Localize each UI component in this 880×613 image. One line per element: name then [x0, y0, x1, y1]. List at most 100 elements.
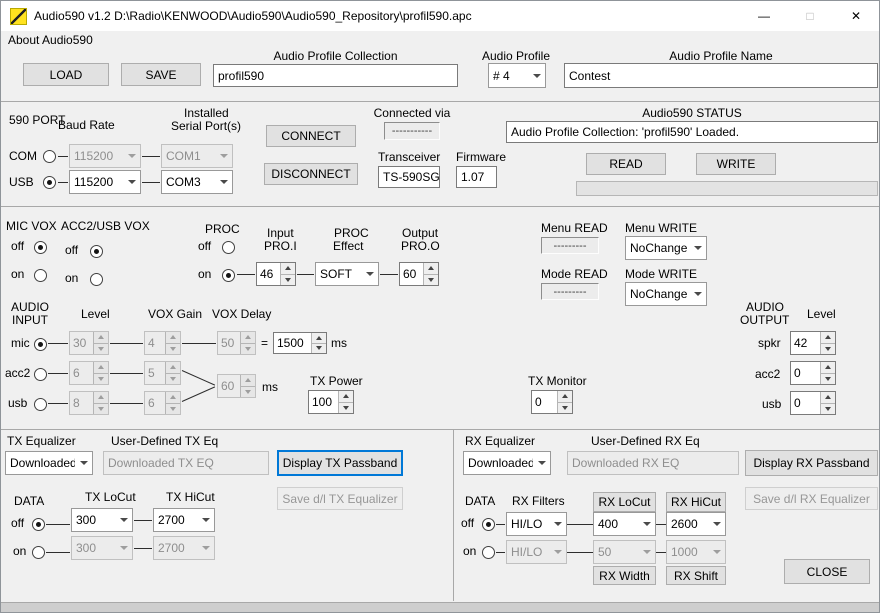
- display-rx-passband-button[interactable]: Display RX Passband: [745, 450, 878, 476]
- rx-data-off-radio[interactable]: [482, 518, 495, 531]
- rx-eq-value: Downloaded: [468, 456, 533, 470]
- close-button[interactable]: ✕: [833, 1, 879, 31]
- collection-input[interactable]: [213, 64, 458, 87]
- mic-vox-off-radio[interactable]: [34, 241, 47, 254]
- profile-number-select[interactable]: # 4: [488, 63, 546, 88]
- rx-eq-select[interactable]: Downloaded: [463, 451, 551, 475]
- status-field: Audio Profile Collection: 'profil590' Lo…: [506, 121, 878, 143]
- usb-baud-select[interactable]: 115200: [69, 170, 141, 194]
- proc-effect-select[interactable]: SOFT: [315, 262, 379, 286]
- rx-hicut-button[interactable]: RX HiCut: [666, 492, 726, 512]
- spin-down-icon: [166, 402, 180, 414]
- disconnect-button[interactable]: DISCONNECT: [264, 163, 358, 185]
- menu-write-value: NoChange: [630, 241, 688, 255]
- spin-down-icon[interactable]: [821, 342, 835, 354]
- connect-button[interactable]: CONNECT: [266, 125, 356, 147]
- spin-down-icon[interactable]: [821, 372, 835, 384]
- pro-input-spinner[interactable]: 46: [256, 262, 296, 286]
- load-button[interactable]: LOAD: [23, 63, 109, 86]
- spin-down-icon[interactable]: [558, 401, 572, 413]
- usb-label: USB: [9, 175, 34, 189]
- spkr-level-value: 42: [791, 332, 820, 354]
- rx-filters-off-select[interactable]: HI/LO: [506, 512, 567, 536]
- close-window-button[interactable]: CLOSE: [784, 559, 870, 584]
- connector-line: [496, 552, 505, 553]
- read-button[interactable]: READ: [586, 153, 666, 175]
- usb-serial-select[interactable]: COM3: [161, 170, 233, 194]
- com-baud-select: 115200: [69, 144, 141, 168]
- usb-port-radio[interactable]: [43, 176, 56, 189]
- spin-up-icon: [166, 392, 180, 403]
- acc2-input-radio[interactable]: [34, 368, 47, 381]
- mic-vox-on-radio[interactable]: [34, 269, 47, 282]
- mic-input-radio[interactable]: [34, 338, 47, 351]
- rx-shift-button[interactable]: RX Shift: [666, 566, 726, 585]
- menu-write-select[interactable]: NoChange: [625, 236, 707, 260]
- spin-down-icon[interactable]: [281, 273, 295, 285]
- connector-line: [48, 373, 68, 374]
- spin-up-icon[interactable]: [339, 391, 353, 402]
- com-port-radio[interactable]: [43, 150, 56, 163]
- proc-on-radio[interactable]: [222, 269, 235, 282]
- mic-delay-ms-value: 1500: [274, 333, 311, 353]
- tx-data-on-radio[interactable]: [32, 546, 45, 559]
- spinner-buttons: [93, 362, 108, 384]
- rx-hicut-off-value: 2600: [671, 517, 698, 531]
- usb-output-spinner[interactable]: 0: [790, 391, 836, 415]
- spin-up-icon[interactable]: [821, 332, 835, 343]
- acc2-output-spinner[interactable]: 0: [790, 361, 836, 385]
- tx-data-off-label: off: [11, 516, 25, 530]
- tx-locut-off-select[interactable]: 300: [71, 508, 133, 532]
- rx-locut-off-select[interactable]: 400: [593, 512, 656, 536]
- usb-output-value: 0: [791, 392, 820, 414]
- spin-up-icon[interactable]: [821, 362, 835, 373]
- minimize-button[interactable]: —: [741, 1, 787, 31]
- save-button[interactable]: SAVE: [121, 63, 201, 86]
- acc2-vox-off-radio[interactable]: [90, 245, 103, 258]
- rx-hicut-off-select[interactable]: 2600: [666, 512, 726, 536]
- spin-down-icon[interactable]: [312, 342, 326, 353]
- usb-input-radio[interactable]: [34, 398, 47, 411]
- proc-on-label: on: [198, 267, 212, 281]
- menu-about[interactable]: About Audio590: [8, 33, 93, 47]
- display-tx-passband-button[interactable]: Display TX Passband: [277, 450, 403, 476]
- usb-level-value: 8: [70, 392, 93, 414]
- rx-filters-on-value: HI/LO: [511, 545, 543, 559]
- connected-via-label: Connected via: [373, 106, 451, 120]
- spin-down-icon[interactable]: [821, 402, 835, 414]
- pro-output-spinner[interactable]: 60: [399, 262, 439, 286]
- profile-name-input[interactable]: [564, 63, 878, 88]
- spkr-level-spinner[interactable]: 42: [790, 331, 836, 355]
- spin-down-icon[interactable]: [424, 273, 438, 285]
- spin-up-icon[interactable]: [424, 263, 438, 274]
- tx-data-off-radio[interactable]: [32, 518, 45, 531]
- tx-eq-select[interactable]: Downloaded: [5, 451, 93, 475]
- spinner-buttons: [165, 392, 180, 414]
- write-button[interactable]: WRITE: [696, 153, 776, 175]
- rx-locut-button[interactable]: RX LoCut: [593, 492, 656, 512]
- profile-name-label: Audio Profile Name: [669, 49, 773, 63]
- spin-up-icon[interactable]: [821, 392, 835, 403]
- connector-line: [46, 552, 70, 553]
- section-separator: [453, 429, 454, 601]
- acc2-output-label: acc2: [755, 367, 781, 381]
- connector-line: [496, 524, 505, 525]
- mode-write-select[interactable]: NoChange: [625, 282, 707, 306]
- spin-up-icon[interactable]: [281, 263, 295, 274]
- spin-down-icon: [241, 342, 255, 354]
- mode-read-label: Mode READ: [541, 267, 608, 281]
- tx-power-spinner[interactable]: 100: [308, 390, 354, 414]
- proc-off-radio[interactable]: [222, 241, 235, 254]
- spin-up-icon[interactable]: [312, 333, 326, 343]
- rx-data-on-radio[interactable]: [482, 546, 495, 559]
- tx-monitor-spinner[interactable]: 0: [531, 390, 573, 414]
- tx-hicut-off-select[interactable]: 2700: [153, 508, 215, 532]
- rx-width-button[interactable]: RX Width: [593, 566, 656, 585]
- profile-number-label: Audio Profile: [481, 49, 551, 63]
- close-icon: ✕: [850, 9, 862, 23]
- spinner-buttons: [93, 392, 108, 414]
- mic-delay-ms-spinner[interactable]: 1500: [273, 332, 327, 354]
- spin-down-icon[interactable]: [339, 401, 353, 413]
- spin-up-icon[interactable]: [558, 391, 572, 402]
- acc2-vox-on-radio[interactable]: [90, 273, 103, 286]
